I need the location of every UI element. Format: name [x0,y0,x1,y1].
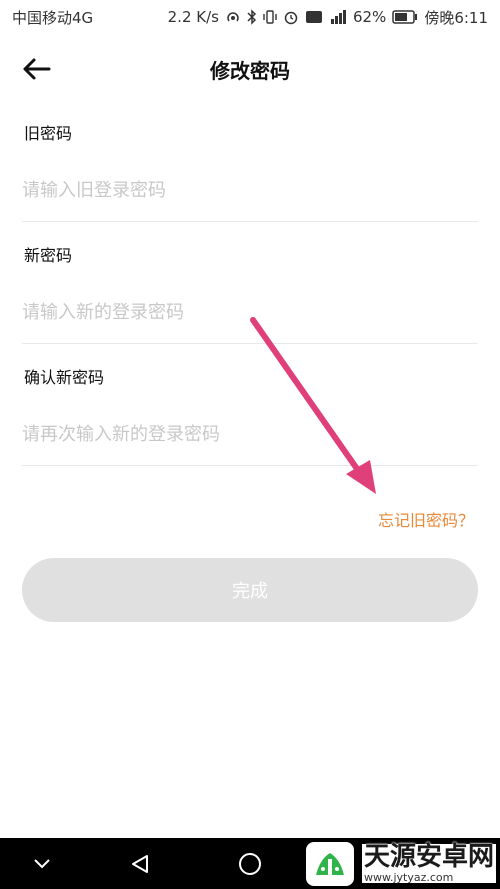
hd-icon [305,9,323,25]
signal-icon [329,9,347,25]
password-form: 旧密码 新密码 确认新密码 [22,100,478,466]
watermark-title: 天源安卓网 [362,842,497,872]
old-password-input[interactable] [22,170,478,210]
confirm-password-input[interactable] [22,414,478,454]
confirm-password-field: 确认新密码 [22,344,478,466]
confirm-password-label: 确认新密码 [24,368,105,387]
old-password-field: 旧密码 [22,100,478,222]
back-arrow-icon [23,58,51,80]
hotspot-icon [225,9,241,25]
new-password-label: 新密码 [24,246,73,265]
carrier-label: 中国移动4G [12,8,94,27]
header: 修改密码 [0,40,500,98]
vibrate-icon [263,9,277,25]
hide-keyboard-button[interactable] [24,846,60,882]
submit-button[interactable]: 完成 [22,558,478,622]
page-title: 修改密码 [210,58,290,83]
battery-percent: 62% [352,8,387,26]
triangle-back-icon [132,855,148,873]
watermark-logo-icon [306,841,354,886]
forgot-password-link[interactable]: 忘记旧密码？ [378,507,474,531]
battery-icon [392,10,418,24]
back-button[interactable] [18,52,54,86]
chevron-down-icon [34,859,50,869]
bluetooth-icon [247,9,257,25]
watermark: 天源安卓网 www.jytyaz.com [300,838,500,889]
new-password-field: 新密码 [22,222,478,344]
clock: 傍晚6:11 [424,8,488,27]
alarm-icon [283,9,299,25]
nav-home-button[interactable] [232,846,268,882]
new-password-input[interactable] [22,292,478,332]
circle-home-icon [239,853,261,875]
nav-back-button[interactable] [122,846,158,882]
network-speed: 2.2 K/s [167,8,219,26]
old-password-label: 旧密码 [24,124,73,143]
status-bar: 中国移动4G 2.2 K/s 62% 傍晚6:11 [0,0,500,34]
watermark-url: www.jytyaz.com [362,870,497,883]
